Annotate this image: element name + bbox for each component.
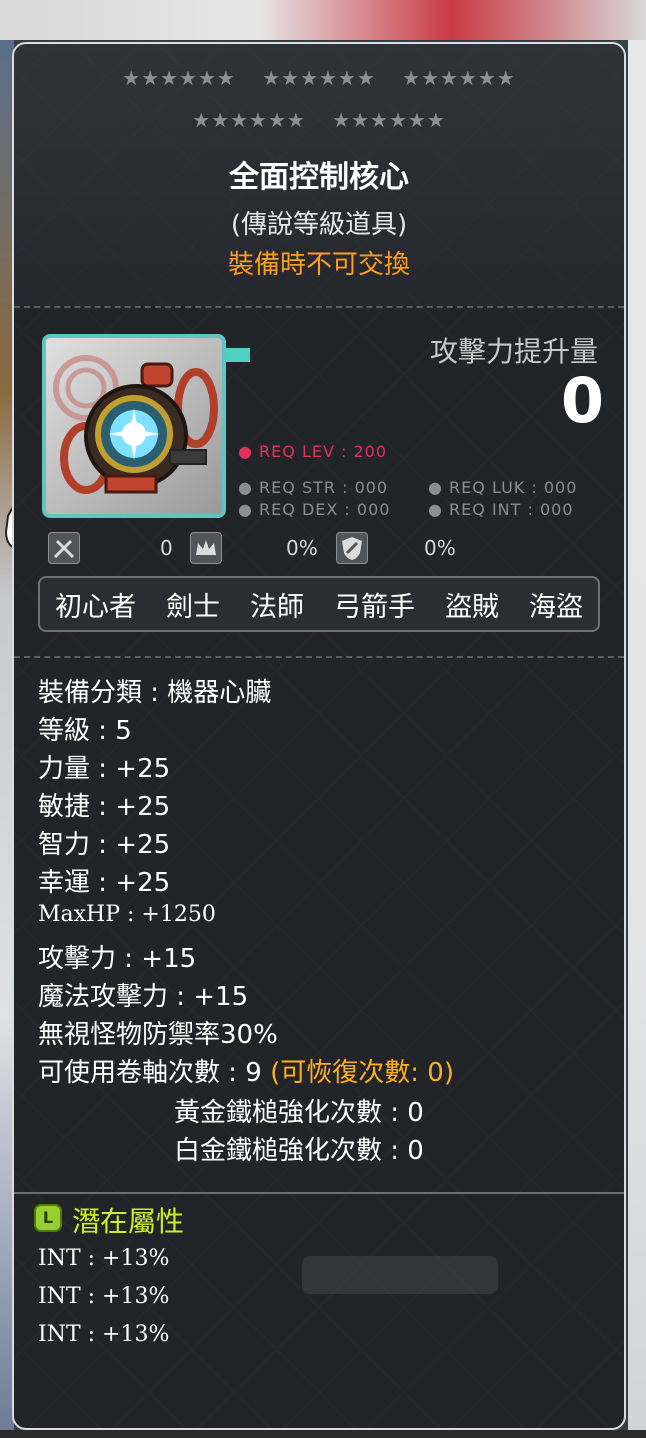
star-force-row-2: ★★★★★★ ★★★★★★ (14, 108, 624, 132)
potential-line: INT : +13% (38, 1284, 170, 1309)
item-tooltip: ★★★★★★ ★★★★★★ ★★★★★★ ★★★★★★ ★★★★★★ 全面控制核… (12, 42, 626, 1430)
tag-ribbon (226, 348, 250, 362)
job-archer: 弓箭手 (334, 591, 415, 623)
shield-icon (336, 532, 368, 564)
star-force-row-1: ★★★★★★ ★★★★★★ ★★★★★★ (14, 66, 624, 90)
item-icon-frame (42, 334, 226, 518)
stat-level: 等級 : 5 (38, 716, 132, 746)
swords-icon (48, 532, 80, 564)
req-str: ● REQ STR : 000 (238, 478, 389, 497)
stat-category: 裝備分類 : 機器心臟 (38, 678, 272, 708)
potential-divider (14, 1192, 624, 1194)
req-int: ● REQ INT : 000 (428, 500, 574, 519)
stat-dex: 敏捷 : +25 (38, 792, 171, 822)
stat-int: 智力 : +25 (38, 830, 171, 860)
background-button-ghost (302, 1256, 498, 1294)
stat-attack: 攻擊力 : +15 (38, 944, 197, 974)
star-group: ★★★★★★ (262, 66, 376, 90)
stat-gold-hammer: 黃金鐵槌強化次數 : 0 (174, 1098, 424, 1128)
divider (14, 306, 624, 308)
crown-icon (190, 532, 222, 564)
job-list: 初心者 劍士 法師 弓箭手 盜賊 海盜 (38, 576, 600, 632)
job-beginner: 初心者 (55, 591, 136, 623)
game-background-top (0, 0, 646, 40)
attack-increase-value: 0 (560, 364, 604, 437)
stat-magic-attack: 魔法攻擊力 : +15 (38, 982, 249, 1012)
shield-stat-value: 0% (424, 536, 456, 560)
legendary-badge-icon: L (34, 1204, 62, 1232)
star-group: ★★★★★★ (122, 66, 236, 90)
crown-stat-value: 0% (286, 536, 318, 560)
game-background-right (628, 40, 646, 1438)
potential-line: INT : +13% (38, 1246, 170, 1271)
swords-stat-value: 0 (160, 536, 173, 560)
item-name: 全面控制核心 (229, 160, 409, 195)
req-dex: ● REQ DEX : 000 (238, 500, 391, 519)
job-warrior: 劍士 (166, 591, 220, 623)
potential-line: INT : +13% (38, 1322, 170, 1347)
stat-scroll-slots: 可使用卷軸次數 : 9 (可恢復次數: 0) (38, 1052, 454, 1089)
job-pirate: 海盜 (529, 591, 583, 623)
star-group: ★★★★★★ (402, 66, 516, 90)
item-grade: (傳說等級道具) (230, 210, 408, 240)
potential-title: 潛在屬性 (72, 1205, 185, 1238)
trade-note: 裝備時不可交換 (227, 250, 410, 280)
machine-heart-icon (53, 355, 218, 494)
stat-luk: 幸運 : +25 (38, 868, 171, 898)
star-group: ★★★★★★ (192, 108, 306, 132)
stat-maxhp: MaxHP : +1250 (38, 902, 216, 927)
scroll-count: 可使用卷軸次數 : 9 (38, 1058, 262, 1088)
req-level: ● REQ LEV : 200 (238, 442, 388, 461)
scroll-recover: (可恢復次數: 0) (270, 1058, 454, 1088)
job-magician: 法師 (250, 591, 304, 623)
job-thief: 盜賊 (445, 591, 499, 623)
stat-platinum-hammer: 白金鐵槌強化次數 : 0 (174, 1136, 424, 1166)
divider (14, 656, 624, 658)
stat-ignore-defense: 無視怪物防禦率30% (38, 1020, 278, 1050)
req-luk: ● REQ LUK : 000 (428, 478, 578, 497)
star-group: ★★★★★★ (332, 108, 446, 132)
game-background-bottom (0, 1430, 646, 1438)
stat-str: 力量 : +25 (38, 754, 171, 784)
